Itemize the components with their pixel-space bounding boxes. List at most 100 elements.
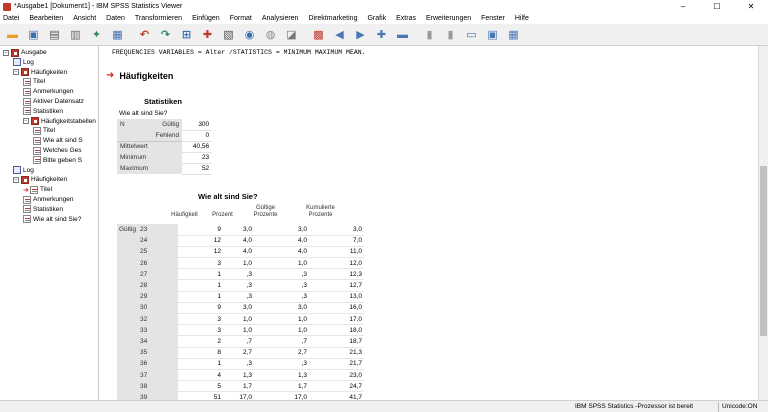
redo-icon[interactable]: ↷	[157, 26, 174, 43]
minimize-button[interactable]: –	[666, 0, 700, 13]
cell-value: 4,0	[253, 235, 309, 247]
menu-extras[interactable]: Extras	[396, 15, 416, 22]
category-label: 36	[137, 358, 178, 370]
cell-value: 4	[177, 369, 223, 382]
category-label: 39	[137, 391, 178, 400]
row-sublabel: Fehlend	[151, 130, 183, 141]
outline-item[interactable]: − Ausgabe	[3, 48, 47, 57]
menu-daten[interactable]: Daten	[106, 15, 125, 22]
section-heading[interactable]: ➜ Häufigkeiten	[106, 70, 173, 81]
menu-direktmarketing[interactable]: Direktmarketing	[308, 15, 357, 22]
cell-value: 17,0	[253, 391, 309, 400]
print-icon[interactable]: ▤	[46, 26, 63, 43]
outline-item[interactable]: Wie alt sind Sie?	[23, 215, 81, 224]
category-label: 33	[137, 324, 178, 336]
undo-icon[interactable]: ↶	[136, 26, 153, 43]
cell-value: 18,7	[308, 335, 364, 348]
book-icon	[21, 68, 29, 77]
table-row: 27 1,3,3 12,3	[117, 268, 364, 281]
insert-output-icon[interactable]: ◪	[283, 26, 300, 43]
cell-value: 2,7	[222, 347, 254, 359]
menu-format[interactable]: Format	[230, 15, 252, 22]
status-bar: IBM SPSS Statistics -Prozessor ist berei…	[0, 400, 768, 412]
show-icon[interactable]: ▮	[421, 26, 438, 43]
scrollbar-thumb[interactable]	[760, 166, 767, 336]
output-viewer[interactable]: FREQUENCIES VARIABLES = Alter /STATISTIC…	[100, 46, 758, 400]
outline-item[interactable]: Anmerkungen	[23, 195, 73, 204]
menu-datei[interactable]: Datei	[3, 15, 19, 22]
menu-einfügen[interactable]: Einfügen	[192, 15, 220, 22]
menu-bearbeiten[interactable]: Bearbeiten	[29, 15, 63, 22]
doc-icon	[23, 205, 31, 214]
menu-fenster[interactable]: Fenster	[481, 15, 505, 22]
goto-variable-icon[interactable]: ▧	[220, 26, 237, 43]
menu-bar: Datei Bearbeiten Ansicht Daten Transformiere…	[0, 13, 768, 24]
hide-icon[interactable]: ▩	[310, 26, 327, 43]
outline-item[interactable]: Aktiver Datensatz	[23, 97, 84, 106]
outline-item[interactable]: Welches Ges	[33, 146, 82, 155]
print-preview-icon[interactable]: ▥	[67, 26, 84, 43]
table-row: 28 1,3,3 12,7	[117, 279, 364, 292]
window-title: *Ausgabe1 [Dokument1] - IBM SPSS Statist…	[14, 3, 183, 10]
insert-heading-icon[interactable]: ▭	[463, 26, 480, 43]
doc-icon	[23, 97, 31, 106]
collapse-icon[interactable]: −	[13, 69, 19, 76]
menu-transformieren[interactable]: Transformieren	[135, 15, 182, 22]
cell-value: 1,0	[253, 313, 309, 326]
outline-item[interactable]: ➜ Titel	[23, 185, 52, 194]
outline-item[interactable]: Log	[13, 166, 34, 175]
row-sublabel	[151, 152, 183, 163]
outline-item[interactable]: − Häufigkeitstabellen	[23, 117, 96, 126]
menu-grafik[interactable]: Grafik	[367, 15, 386, 22]
statistics-table[interactable]: N Gültig 300 Fehlend 0 Mittelwert 40,56 Minimum…	[117, 119, 213, 175]
collapse-icon[interactable]: −	[13, 176, 19, 183]
goto-data-icon[interactable]: ⊞	[178, 26, 195, 43]
goto-case-icon[interactable]: ✚	[199, 26, 216, 43]
insert-text-icon[interactable]: ▦	[505, 26, 522, 43]
outline-item[interactable]: Statistiken	[23, 107, 63, 116]
outline-item[interactable]: Titel	[33, 126, 55, 135]
save-icon[interactable]: ▣	[25, 26, 42, 43]
menu-erweiterungen[interactable]: Erweiterungen	[426, 15, 471, 22]
outline-item-label: Anmerkungen	[33, 88, 74, 96]
variables-icon[interactable]: ◉	[241, 26, 258, 43]
outline-item[interactable]: Titel	[23, 77, 45, 86]
outline-pane[interactable]: − Ausgabe Log − Häufigkeiten Titel Anmerkungen…	[0, 46, 99, 400]
outline-item[interactable]: Wie alt sind S	[33, 136, 83, 145]
promote-icon[interactable]: ◀	[331, 26, 348, 43]
cell-value: 16,0	[308, 302, 364, 315]
outline-item[interactable]: Anmerkungen	[23, 87, 73, 96]
cell-value: 17,0	[308, 313, 364, 326]
table-row: 36 1,3,3 21,7	[117, 358, 364, 370]
expand-icon[interactable]: ✚	[373, 26, 390, 43]
collapse-icon[interactable]: −	[3, 49, 9, 56]
close-button[interactable]: ✕	[734, 0, 768, 13]
outline-item[interactable]: − Häufigkeiten	[13, 68, 67, 77]
collapse-icon[interactable]: −	[23, 118, 29, 125]
cell-value: ,3	[253, 358, 309, 370]
hide-all-icon[interactable]: ▮	[442, 26, 459, 43]
cell-value: 3,0	[308, 224, 364, 236]
open-folder-icon[interactable]: ▬	[4, 26, 21, 43]
demote-icon[interactable]: ▶	[352, 26, 369, 43]
menu-ansicht[interactable]: Ansicht	[73, 15, 96, 22]
maximize-button[interactable]: ☐	[700, 0, 734, 13]
insert-title-icon[interactable]: ▣	[484, 26, 501, 43]
cell-value: 1	[177, 358, 223, 370]
column-header: Gültige Prozente	[253, 205, 278, 218]
recall-dialog-icon[interactable]: ▦	[109, 26, 126, 43]
outline-item[interactable]: Statistiken	[23, 205, 63, 214]
collapse-icon[interactable]: ▬	[394, 26, 411, 43]
category-label: 37	[137, 369, 178, 381]
outline-item[interactable]: − Häufigkeiten	[13, 175, 67, 184]
current-item-arrow-icon: ➜	[23, 186, 29, 194]
outline-item[interactable]: Log	[13, 58, 34, 67]
menu-hilfe[interactable]: Hilfe	[515, 15, 529, 22]
table-row: Maximum 52	[117, 163, 213, 175]
outline-item[interactable]: Bitte geben S	[33, 156, 82, 165]
vertical-scrollbar[interactable]	[758, 46, 768, 400]
select-cases-icon[interactable]: ◍	[262, 26, 279, 43]
frequency-table[interactable]: Gültig 23 9 3,0 3,0 3,0 24 12 4,0 4,0 7,0 25 12 4,0 4,…	[117, 224, 364, 400]
menu-analysieren[interactable]: Analysieren	[262, 15, 299, 22]
export-icon[interactable]: ✦	[88, 26, 105, 43]
